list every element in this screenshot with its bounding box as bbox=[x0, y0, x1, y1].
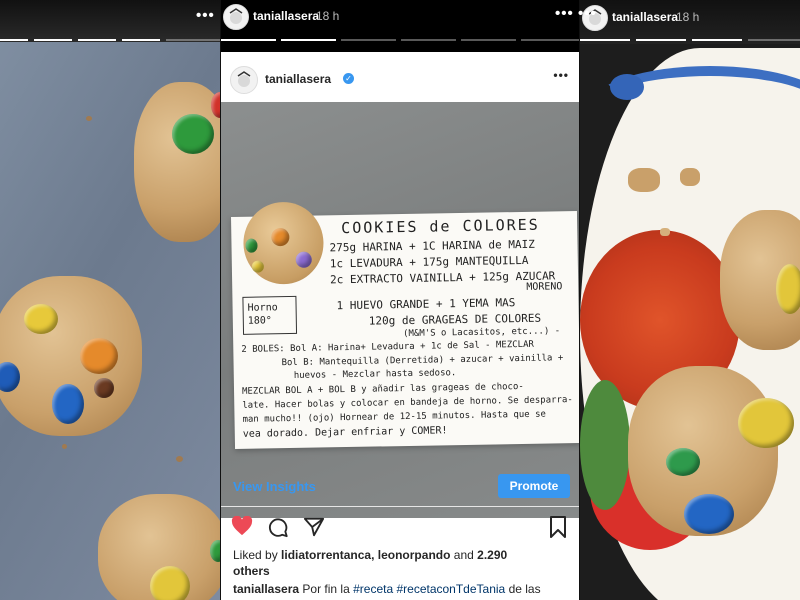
likes-summary: Liked by lidiatorrentanca, leonorpando a… bbox=[233, 548, 508, 578]
candy bbox=[666, 448, 700, 476]
crumb bbox=[660, 228, 670, 236]
story-progress-segment bbox=[122, 39, 160, 41]
post-caption: taniallasera Por fin la #receta #recetac… bbox=[233, 581, 579, 597]
story-progress-segment bbox=[748, 39, 800, 41]
hashtag-link[interactable]: #receta bbox=[353, 582, 393, 596]
story-progress-segment bbox=[692, 39, 742, 41]
candy bbox=[210, 540, 220, 562]
story-panel-right[interactable]: taniallasera 18 h bbox=[580, 0, 800, 600]
story-progress-segment bbox=[0, 39, 28, 41]
candy bbox=[52, 384, 84, 424]
story-progress-segment bbox=[34, 39, 72, 41]
story-panel-left[interactable]: ••• bbox=[0, 0, 220, 600]
candy bbox=[94, 378, 114, 398]
post-header: taniallasera ✓ ••• bbox=[221, 52, 579, 102]
hashtag-link[interactable]: #recetaconTdeTania bbox=[396, 582, 505, 596]
recipe-title: COOKIES de COLORES bbox=[341, 215, 540, 238]
recipe-step-line: late. Hacer bolas y colocar en bandeja d… bbox=[242, 395, 573, 411]
story-progress-segment bbox=[221, 39, 276, 41]
story-progress-segment bbox=[636, 39, 686, 41]
post-username[interactable]: taniallasera bbox=[265, 72, 331, 86]
story-timestamp: 18 h bbox=[676, 10, 700, 24]
oven-temperature-label: Horno 180° bbox=[247, 302, 278, 327]
liked-by-user[interactable]: leonorpando bbox=[378, 548, 451, 562]
story-top-shadow bbox=[0, 0, 220, 42]
caption-text: de las bbox=[508, 582, 541, 596]
plate-pattern bbox=[610, 74, 644, 100]
insights-bar: View Insights Promote bbox=[221, 468, 579, 507]
comment-icon[interactable] bbox=[267, 516, 289, 543]
recipe-step-line: MEZCLAR BOL A + BOL B y añadir las grage… bbox=[241, 381, 524, 397]
caption-username[interactable]: taniallasera bbox=[233, 582, 299, 596]
story-username[interactable]: taniallasera bbox=[253, 9, 319, 23]
candy bbox=[80, 338, 118, 374]
post-avatar[interactable] bbox=[230, 66, 258, 94]
caption-text: Por fin la bbox=[302, 582, 350, 596]
recipe-step-line: Bol B: Mantequilla (Derretida) + azucar … bbox=[281, 353, 564, 369]
candy bbox=[24, 304, 58, 334]
more-options-icon[interactable]: ••• bbox=[555, 5, 574, 22]
crumb bbox=[680, 168, 700, 186]
recipe-ingredient-line: 1 HUEVO GRANDE + 1 YEMA MAS bbox=[336, 296, 516, 313]
more-options-icon[interactable]: ••• bbox=[578, 5, 597, 22]
recipe-card: COOKIES de COLORES 275g HARINA + 1C HARI… bbox=[231, 201, 579, 450]
candy bbox=[245, 238, 258, 253]
story-progress-segment bbox=[281, 39, 336, 41]
candy bbox=[150, 566, 190, 600]
more-options-icon[interactable]: ••• bbox=[196, 7, 215, 24]
recipe-step-line: 2 BOLES: Bol A: Harina+ Levadura + 1c de… bbox=[241, 339, 534, 355]
story-timestamp: 18 h bbox=[316, 9, 340, 23]
likes-count[interactable]: 2.290 bbox=[477, 548, 507, 562]
oven-temperature-box: Horno 180° bbox=[242, 295, 298, 335]
promote-button[interactable]: Promote bbox=[498, 474, 570, 498]
plate-leaf-pattern bbox=[580, 380, 630, 510]
avatar[interactable] bbox=[223, 4, 249, 30]
crumb bbox=[86, 116, 92, 121]
likes-prefix: Liked by bbox=[233, 548, 278, 562]
recipe-step-line: man mucho!! (ojo) Hornear de 12-15 minut… bbox=[242, 409, 547, 425]
candy bbox=[738, 398, 794, 448]
story-progress-segment bbox=[341, 39, 396, 41]
recipe-step-line: huevos - Mezclar hasta sedoso. bbox=[293, 368, 457, 381]
likes-others[interactable]: others bbox=[233, 564, 270, 578]
verified-badge-icon: ✓ bbox=[343, 73, 354, 84]
story-progress-segment bbox=[78, 39, 116, 41]
recipe-ingredient-line: (M&M'S o Lacasitos, etc...) - bbox=[402, 326, 561, 340]
recipe-ingredient-line: 1c LEVADURA + 175g MANTEQUILLA bbox=[329, 253, 529, 271]
story-progress-segment bbox=[521, 39, 579, 41]
story-header: taniallasera 18 h bbox=[580, 0, 800, 34]
liked-by-user[interactable]: lidiatorrentanca bbox=[281, 548, 371, 562]
post-actions bbox=[221, 508, 579, 548]
story-username[interactable]: taniallasera bbox=[612, 10, 678, 24]
likes-and: and bbox=[453, 548, 474, 562]
heart-icon[interactable] bbox=[231, 515, 253, 541]
crumb bbox=[628, 168, 660, 192]
bookmark-icon[interactable] bbox=[549, 516, 567, 543]
story-progress-segment bbox=[580, 39, 630, 41]
recipe-ingredient-line: MORENO bbox=[526, 281, 563, 293]
story-progress-segment bbox=[166, 39, 220, 41]
recipe-ingredient-line: 2c EXTRACTO VAINILLA + 125g AZUCAR bbox=[329, 269, 556, 287]
recipe-step-line: vea dorado. Dejar enfriar y COMER! bbox=[242, 425, 448, 440]
post-more-options-icon[interactable]: ••• bbox=[553, 68, 569, 82]
candy bbox=[776, 264, 800, 314]
candy bbox=[684, 494, 734, 534]
instagram-post: taniallasera ✓ ••• COOKIES de COLORES 27… bbox=[221, 52, 579, 600]
share-icon[interactable] bbox=[303, 516, 325, 543]
cookie bbox=[134, 82, 220, 242]
story-progress-segment bbox=[461, 39, 516, 41]
post-image: COOKIES de COLORES 275g HARINA + 1C HARI… bbox=[221, 102, 579, 518]
story-panel-center[interactable]: taniallasera 18 h ••• taniallasera ✓ •••… bbox=[221, 0, 579, 600]
story-header: taniallasera 18 h ••• bbox=[221, 0, 579, 34]
recipe-ingredient-line: 275g HARINA + 1C HARINA de MAIZ bbox=[329, 237, 535, 255]
story-progress-segment bbox=[401, 39, 456, 41]
crumb bbox=[176, 456, 183, 462]
view-insights-link[interactable]: View Insights bbox=[233, 479, 316, 494]
recipe-ingredient-line: 120g de GRAGEAS DE COLORES bbox=[368, 311, 542, 328]
crumb bbox=[62, 444, 67, 449]
candy bbox=[172, 114, 214, 154]
